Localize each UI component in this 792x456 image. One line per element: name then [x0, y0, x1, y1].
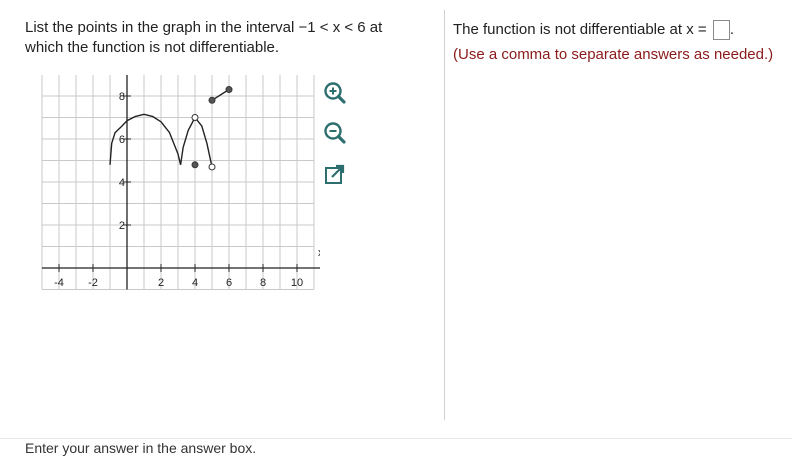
question-text: List the points in the graph in the inte… [25, 18, 430, 58]
answer-suffix: . [729, 20, 734, 38]
open-point [191, 114, 199, 121]
answer-hint: (Use a comma to separate answers as need… [453, 46, 774, 63]
question-line-2: which the function is not differentiable… [25, 39, 280, 56]
open-point [208, 163, 216, 171]
open-new-window-icon [325, 164, 345, 184]
zoom-in-button[interactable] [322, 80, 348, 106]
zoom-out-icon [324, 122, 346, 144]
x-tick-label: 2 [158, 277, 164, 289]
closed-point [191, 161, 199, 169]
answer-input[interactable] [712, 20, 730, 40]
zoom-in-icon [324, 82, 346, 104]
grid [41, 75, 315, 290]
question-line-1: List the points in the graph in the inte… [25, 19, 383, 36]
bottom-instructions: Enter your answer in the answer box. [25, 440, 257, 456]
closed-point [225, 86, 233, 94]
closed-point [208, 96, 216, 104]
x-tick-label: 8 [260, 277, 266, 289]
x-axis-label: x [318, 247, 320, 259]
x-tick-label: 10 [291, 277, 303, 289]
answer-line: The function is not differentiable at x … [453, 20, 734, 40]
x-tick-label: 6 [226, 277, 232, 289]
y-tick-label: 4 [119, 177, 125, 189]
answer-prefix: The function is not differentiable at x … [453, 20, 707, 38]
open-new-window-button[interactable] [322, 162, 348, 188]
panel-divider [444, 10, 445, 420]
function-graph: xy -4-2246810246810 [41, 75, 320, 290]
zoom-out-button[interactable] [322, 120, 348, 146]
y-tick-label: 6 [119, 134, 125, 146]
x-tick-label: -2 [88, 277, 98, 289]
y-tick-label: 8 [119, 91, 125, 103]
function-curve [179, 116, 213, 168]
x-tick-label: -4 [54, 277, 64, 289]
x-tick-label: 4 [192, 277, 198, 289]
bottom-divider [0, 438, 792, 439]
y-tick-label: 2 [119, 220, 125, 232]
